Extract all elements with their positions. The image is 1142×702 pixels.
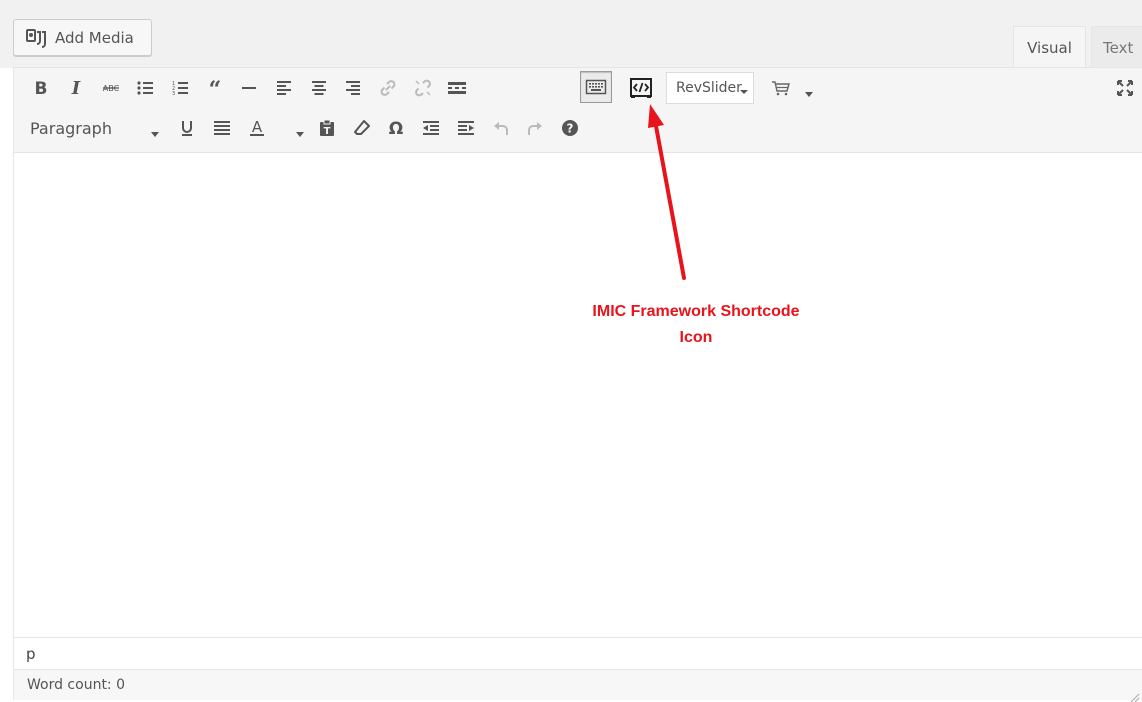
chevron-down-icon — [150, 124, 160, 143]
bold-icon: B — [35, 79, 48, 98]
align-center-button[interactable] — [304, 73, 334, 103]
text-color-dropdown-chevron-icon[interactable] — [295, 124, 305, 143]
annotation-line-2: Icon — [679, 329, 713, 346]
element-path-label: p — [26, 644, 36, 663]
paragraph-format-select[interactable]: Paragraph — [20, 114, 166, 142]
special-character-button[interactable]: Ω — [381, 113, 411, 143]
outdent-icon — [423, 121, 439, 135]
italic-button[interactable]: I — [61, 73, 91, 103]
read-more-button[interactable] — [442, 73, 472, 103]
help-icon: ? — [562, 120, 578, 136]
unlink-icon — [415, 79, 431, 97]
editor-toolbar: B I ABC 1 2 3 “ — [14, 68, 1142, 153]
word-count-bar: Word count: 0 — [14, 669, 1142, 700]
element-path[interactable]: p — [14, 637, 1142, 669]
svg-text:T: T — [324, 126, 331, 137]
clear-formatting-button[interactable] — [347, 113, 377, 143]
align-right-button[interactable] — [338, 73, 368, 103]
underline-button[interactable] — [172, 113, 202, 143]
svg-text:B: B — [35, 79, 48, 98]
bulleted-list-icon — [137, 81, 153, 95]
bulleted-list-button[interactable] — [130, 73, 160, 103]
redo-icon — [528, 122, 542, 135]
link-icon — [380, 80, 396, 96]
editor-header — [0, 0, 1142, 68]
tab-text-label: Text — [1103, 38, 1134, 57]
strikethrough-icon: ABC — [103, 84, 120, 93]
text-color-button[interactable]: A — [242, 113, 272, 143]
decrease-indent-button[interactable] — [416, 113, 446, 143]
insert-link-button[interactable] — [373, 73, 403, 103]
tab-visual-label: Visual — [1027, 38, 1072, 57]
align-left-button[interactable] — [269, 73, 299, 103]
add-media-icon — [26, 28, 48, 48]
word-count-label: Word count: 0 — [27, 677, 126, 693]
editor-content-area[interactable] — [14, 154, 1142, 636]
svg-text:Ω: Ω — [389, 119, 403, 138]
svg-text:3: 3 — [172, 91, 175, 97]
cart-icon — [772, 81, 790, 96]
shortcode-icon — [630, 78, 652, 98]
bold-button[interactable]: B — [26, 73, 56, 103]
cart-dropdown-chevron-icon[interactable] — [804, 84, 814, 103]
resize-handle-icon[interactable] — [1128, 688, 1140, 702]
redo-button[interactable] — [520, 113, 550, 143]
annotation-line-1: IMIC Framework Shortcode — [592, 303, 800, 320]
svg-text:“: “ — [209, 78, 222, 98]
blockquote-icon: “ — [209, 78, 222, 98]
add-media-button[interactable]: Add Media — [13, 19, 152, 56]
align-right-icon — [346, 81, 360, 95]
fullscreen-button[interactable] — [1110, 73, 1140, 103]
toolbar-toggle-button[interactable] — [580, 71, 612, 103]
text-color-icon: A — [250, 118, 264, 136]
align-left-icon — [277, 81, 291, 95]
cart-button[interactable] — [766, 73, 796, 103]
align-center-icon — [312, 81, 326, 95]
svg-text:?: ? — [567, 122, 574, 136]
undo-icon — [494, 122, 508, 135]
svg-text:A: A — [252, 118, 263, 136]
imic-shortcode-button[interactable] — [626, 73, 656, 103]
underline-icon — [182, 121, 192, 136]
help-button[interactable]: ? — [555, 113, 585, 143]
eraser-icon — [354, 120, 370, 135]
paste-as-text-button[interactable]: T — [312, 113, 342, 143]
numbered-list-button[interactable]: 1 2 3 — [165, 73, 195, 103]
read-more-icon — [448, 82, 466, 94]
remove-link-button[interactable] — [408, 73, 438, 103]
paragraph-format-label: Paragraph — [30, 118, 112, 138]
justify-button[interactable] — [207, 113, 237, 143]
paste-text-icon: T — [320, 119, 334, 137]
indent-icon — [458, 121, 474, 135]
annotation-label: IMIC Framework Shortcode Icon — [561, 299, 831, 351]
omega-icon: Ω — [389, 119, 403, 138]
increase-indent-button[interactable] — [451, 113, 481, 143]
blockquote-button[interactable]: “ — [200, 73, 230, 103]
numbered-list-icon: 1 2 3 — [172, 81, 188, 97]
keyboard-icon — [585, 79, 607, 95]
strikethrough-button[interactable]: ABC — [96, 73, 126, 103]
tab-text[interactable]: Text — [1091, 26, 1142, 68]
revslider-label: RevSlider — [676, 80, 742, 96]
svg-text:I: I — [71, 78, 81, 98]
fullscreen-icon — [1117, 80, 1133, 96]
horizontal-line-icon — [242, 87, 256, 89]
add-media-label: Add Media — [55, 28, 134, 47]
italic-icon: I — [71, 78, 81, 98]
undo-button[interactable] — [486, 113, 516, 143]
horizontal-line-button[interactable] — [234, 73, 264, 103]
justify-icon — [214, 121, 230, 135]
tab-visual[interactable]: Visual — [1013, 26, 1086, 68]
